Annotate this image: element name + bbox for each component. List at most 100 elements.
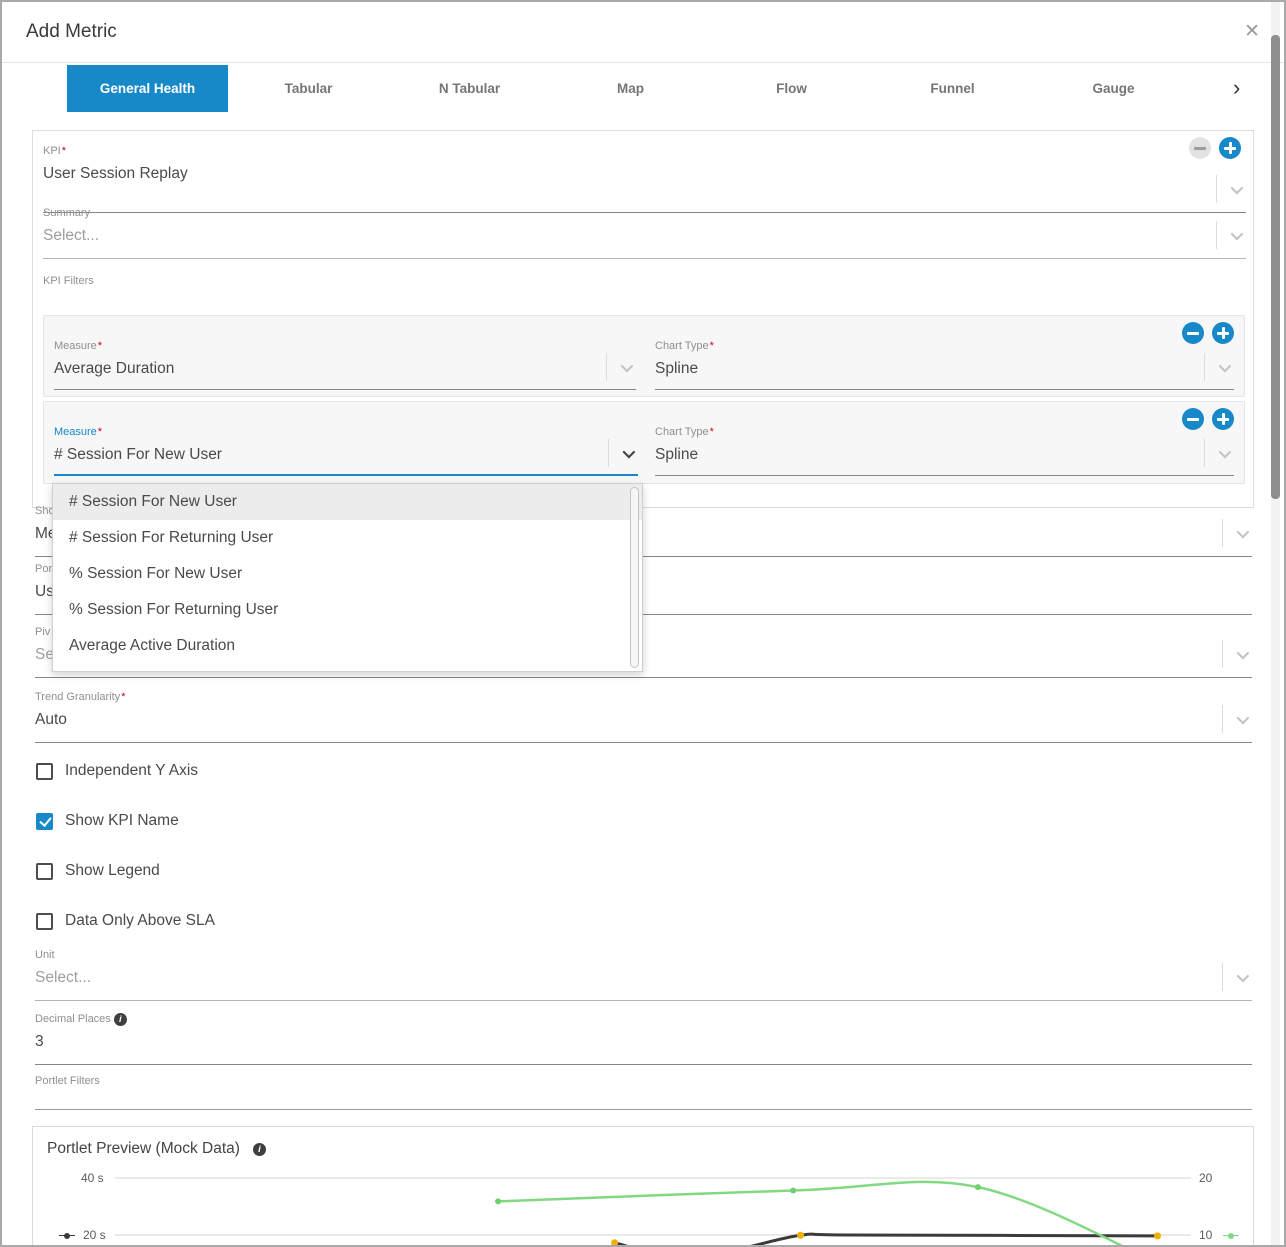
checkbox[interactable] bbox=[36, 913, 53, 930]
required-marker: * bbox=[710, 340, 714, 352]
data-point-marker bbox=[611, 1239, 618, 1246]
y-axis-left-tick-20s: 20 s bbox=[83, 1228, 106, 1242]
unit-value: Select... bbox=[35, 965, 1252, 991]
portlet-filters-divider bbox=[35, 1109, 1252, 1110]
decimal-places-input[interactable]: Decimal Places i 3 bbox=[35, 1013, 1252, 1065]
tab-bar: General Health Tabular N Tabular Map Flo… bbox=[2, 63, 1284, 115]
checkbox[interactable] bbox=[36, 813, 53, 830]
tab-n-tabular[interactable]: N Tabular bbox=[389, 65, 550, 112]
close-icon[interactable]: ✕ bbox=[1244, 20, 1260, 43]
dropdown-option[interactable]: # Session For New User bbox=[53, 484, 642, 520]
measure-row: Measure* # Session For New User Chart Ty… bbox=[43, 401, 1245, 484]
dialog-scrollbar[interactable] bbox=[1271, 2, 1280, 1247]
trend-granularity-value: Auto bbox=[35, 707, 1252, 733]
chevron-down-icon[interactable] bbox=[1216, 175, 1240, 203]
portlet-preview-panel: Portlet Preview (Mock Data) i 40 s 20 s … bbox=[32, 1126, 1254, 1247]
info-icon[interactable]: i bbox=[114, 1013, 127, 1026]
required-marker: * bbox=[98, 340, 102, 352]
required-marker: * bbox=[121, 691, 125, 703]
decimal-places-value: 3 bbox=[35, 1029, 1252, 1055]
data-point-marker bbox=[797, 1232, 804, 1239]
series-line bbox=[615, 1234, 1158, 1247]
unit-label: Unit bbox=[35, 949, 55, 961]
dialog-scrollbar-thumb[interactable] bbox=[1271, 35, 1280, 499]
checkbox-show-kpi-name[interactable]: Show KPI Name bbox=[36, 811, 179, 831]
decimal-places-label: Decimal Places bbox=[35, 1013, 111, 1025]
summary-value: Select... bbox=[43, 223, 1246, 249]
chevron-down-icon[interactable] bbox=[1222, 519, 1246, 547]
preview-chart bbox=[33, 1127, 1253, 1247]
chevron-down-icon[interactable] bbox=[1204, 353, 1228, 381]
tabs-more-icon[interactable]: › bbox=[1233, 75, 1240, 101]
checkbox-label: Show Legend bbox=[65, 862, 160, 880]
dropdown-option[interactable]: # Session For Returning User bbox=[53, 520, 642, 556]
summary-select[interactable]: Summary Select... bbox=[43, 207, 1246, 259]
trend-granularity-select[interactable]: Trend Granularity* Auto bbox=[35, 691, 1252, 743]
chart-type-select[interactable]: Chart Type* Spline bbox=[655, 340, 1234, 390]
chevron-down-icon[interactable] bbox=[606, 353, 630, 381]
data-point-marker bbox=[495, 1198, 501, 1204]
data-point-marker bbox=[975, 1184, 981, 1190]
dropdown-option[interactable]: % Session For New User bbox=[53, 556, 642, 592]
y-axis-right-tick-20: 20 bbox=[1199, 1171, 1212, 1185]
dialog-header: Add Metric ✕ bbox=[2, 2, 1284, 63]
y-axis-left-tick-40s: 40 s bbox=[81, 1171, 104, 1185]
required-marker: * bbox=[62, 145, 66, 157]
data-point-marker bbox=[790, 1188, 796, 1194]
chart-type-label: Chart Type bbox=[655, 426, 709, 438]
required-marker: * bbox=[98, 426, 102, 438]
measure-value: Average Duration bbox=[54, 356, 636, 382]
dropdown-option[interactable]: Average Active Duration bbox=[53, 628, 642, 664]
checkbox-label: Show KPI Name bbox=[65, 812, 179, 830]
add-metric-dialog: Add Metric ✕ General Health Tabular N Ta… bbox=[0, 0, 1286, 1247]
tab-flow[interactable]: Flow bbox=[711, 65, 872, 112]
chevron-down-icon[interactable] bbox=[1216, 221, 1240, 249]
measure-label: Measure bbox=[54, 340, 97, 352]
measure-options-dropdown: # Session For New User # Session For Ret… bbox=[52, 483, 643, 672]
measure-row: Measure* Average Duration Chart Type* Sp… bbox=[43, 315, 1245, 397]
checkbox-label: Data Only Above SLA bbox=[65, 912, 215, 930]
dropdown-scrollbar-thumb[interactable] bbox=[630, 487, 639, 668]
measure-select-focused[interactable]: Measure* # Session For New User bbox=[54, 426, 638, 476]
series-line bbox=[498, 1182, 1163, 1247]
page-title: Add Metric bbox=[26, 21, 117, 43]
kpi-filters-label: KPI Filters bbox=[43, 275, 94, 287]
y-axis-right-tick-10: 10 bbox=[1199, 1228, 1212, 1242]
measure-label: Measure bbox=[54, 426, 97, 438]
chevron-down-icon[interactable] bbox=[1204, 439, 1228, 467]
chart-type-select[interactable]: Chart Type* Spline bbox=[655, 426, 1234, 476]
checkbox[interactable] bbox=[36, 763, 53, 780]
required-marker: * bbox=[710, 426, 714, 438]
chevron-down-icon[interactable] bbox=[1222, 640, 1246, 668]
chevron-down-icon[interactable] bbox=[1222, 705, 1246, 733]
chevron-down-icon[interactable] bbox=[1222, 963, 1246, 991]
tab-gauge[interactable]: Gauge bbox=[1033, 65, 1194, 112]
checkbox-data-only-above-sla[interactable]: Data Only Above SLA bbox=[36, 911, 215, 931]
tab-tabular[interactable]: Tabular bbox=[228, 65, 389, 112]
chart-type-value: Spline bbox=[655, 356, 1234, 382]
measure-select[interactable]: Measure* Average Duration bbox=[54, 340, 636, 390]
portlet-filters-label: Portlet Filters bbox=[35, 1075, 100, 1087]
checkbox[interactable] bbox=[36, 863, 53, 880]
tab-general-health[interactable]: General Health bbox=[67, 65, 228, 112]
trend-granularity-label: Trend Granularity bbox=[35, 691, 120, 703]
kpi-select[interactable]: KPI* User Session Replay bbox=[43, 145, 1246, 213]
kpi-label: KPI bbox=[43, 145, 61, 157]
chart-type-label: Chart Type bbox=[655, 340, 709, 352]
dropdown-option[interactable]: % Session For Returning User bbox=[53, 592, 642, 628]
unit-select[interactable]: Unit Select... bbox=[35, 949, 1252, 1001]
chevron-down-icon[interactable] bbox=[608, 439, 632, 467]
chart-type-value: Spline bbox=[655, 442, 1234, 468]
kpi-repeater-panel: KPI* User Session Replay Summary Select.… bbox=[32, 130, 1254, 508]
kpi-value: User Session Replay bbox=[43, 161, 1246, 187]
checkbox-label: Independent Y Axis bbox=[65, 762, 198, 780]
tab-map[interactable]: Map bbox=[550, 65, 711, 112]
data-point-marker bbox=[1154, 1232, 1161, 1239]
measure-value: # Session For New User bbox=[54, 442, 638, 468]
summary-label: Summary bbox=[43, 207, 90, 219]
checkbox-independent-y-axis[interactable]: Independent Y Axis bbox=[36, 761, 198, 781]
right-axis-series-marker-icon bbox=[1223, 1232, 1239, 1239]
checkbox-show-legend[interactable]: Show Legend bbox=[36, 861, 160, 881]
left-axis-series-marker-icon bbox=[59, 1232, 75, 1239]
tab-funnel[interactable]: Funnel bbox=[872, 65, 1033, 112]
